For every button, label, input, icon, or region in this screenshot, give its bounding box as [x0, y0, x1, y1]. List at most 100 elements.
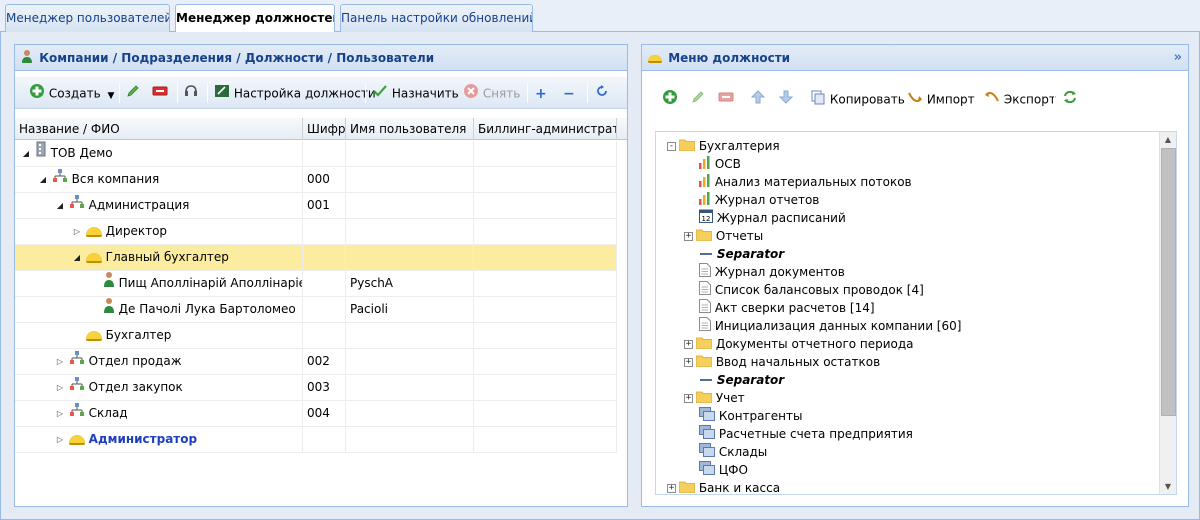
column-header-username[interactable]: Имя пользователя [346, 118, 474, 140]
cell-name: ◢ Вся компания [15, 167, 303, 193]
hard-hat-icon [68, 434, 85, 445]
tree-node[interactable]: Расчетные счета предприятия [684, 425, 913, 443]
collapsed-arrow-icon[interactable]: ▷ [55, 427, 65, 452]
collapsed-arrow-icon[interactable]: ▷ [55, 401, 65, 426]
expanded-arrow-icon[interactable]: ◢ [38, 167, 48, 192]
column-header-name[interactable]: Название / ФИО [15, 118, 303, 140]
edit-menu-item-button[interactable] [690, 89, 706, 109]
tree-node-label: Инициализация данных компании [60] [714, 319, 962, 333]
grid-body: ◢ ТОВ Демо ◢ Вся компания 000 ◢ Администрац… [15, 141, 627, 481]
position-menu-header: Меню должности » [642, 45, 1188, 71]
table-row[interactable]: ◢ Вся компания 000 [15, 167, 617, 193]
move-up-button[interactable] [750, 89, 766, 109]
collapse-all-button[interactable]: − [563, 83, 575, 103]
table-row[interactable]: ▷ Администратор [15, 427, 617, 453]
import-icon [907, 89, 923, 111]
export-label: Экспорт [1003, 92, 1056, 107]
bar-chart-icon [699, 173, 711, 192]
tree-node[interactable]: Separator [684, 245, 784, 263]
create-button[interactable]: Создать ▼ [29, 83, 114, 103]
expand-node-icon[interactable]: + [684, 394, 693, 403]
table-row[interactable]: ▷ Директор [15, 219, 617, 245]
table-row[interactable]: ▷ Склад 004 [15, 401, 617, 427]
row-label: ТОВ Демо [50, 146, 113, 160]
tree-node[interactable]: + Документы отчетного периода [684, 335, 914, 353]
table-row[interactable]: Бухгалтер [15, 323, 617, 349]
expanded-arrow-icon[interactable]: ◢ [72, 245, 82, 270]
cell-username [346, 401, 474, 427]
add-menu-item-button[interactable] [662, 89, 678, 109]
column-header-billing[interactable]: Биллинг-администратор [474, 118, 617, 140]
tab-position-manager[interactable]: Менеджер должностей [175, 4, 335, 33]
tree-node[interactable]: Separator [684, 371, 784, 389]
expand-node-icon[interactable]: + [684, 358, 693, 367]
expand-node-icon[interactable]: + [667, 484, 676, 493]
tree-node[interactable]: Склады [684, 443, 767, 461]
unassign-button[interactable]: Снять [463, 83, 520, 103]
table-row[interactable]: ◢ Главный бухгалтер [15, 245, 617, 271]
tree-node[interactable]: Акт сверки расчетов [14] [684, 299, 875, 317]
sync-button[interactable] [1062, 89, 1078, 109]
pencil-icon [125, 83, 141, 105]
expand-node-icon[interactable]: + [684, 340, 693, 349]
export-button[interactable]: Экспорт [984, 89, 1056, 109]
tree-node[interactable]: Журнал документов [684, 263, 845, 281]
tree-node-label: ОСВ [714, 157, 741, 171]
expand-all-button[interactable]: + [535, 83, 547, 103]
collapsed-arrow-icon[interactable]: ▷ [72, 219, 82, 244]
tree-node[interactable]: + Ввод начальных остатков [684, 353, 880, 371]
delete-button[interactable] [152, 83, 168, 103]
tree-node[interactable]: Журнал отчетов [684, 191, 819, 209]
table-row[interactable]: ◢ ТОВ Демо [15, 141, 617, 167]
tree-node[interactable]: - Бухгалтерия [667, 137, 780, 155]
assign-button[interactable]: Назначить [372, 83, 459, 103]
expanded-arrow-icon[interactable]: ◢ [21, 141, 31, 166]
refresh-button[interactable] [595, 83, 609, 103]
tree-node[interactable]: Список балансовых проводок [4] [684, 281, 924, 299]
copy-button[interactable]: Копировать [810, 89, 905, 109]
user-icon [103, 271, 115, 296]
move-down-button[interactable] [778, 89, 794, 109]
tree-node[interactable]: ЦФО [684, 461, 748, 479]
table-row[interactable]: ▷ Отдел продаж 002 [15, 349, 617, 375]
tree-node[interactable]: + Банк и касса [667, 479, 780, 494]
column-header-code[interactable]: Шифр [303, 118, 346, 140]
tree-node-label: Журнал расписаний [716, 211, 846, 225]
tree-scrollbar[interactable]: ▲ ▼ [1159, 132, 1176, 494]
tree-node[interactable]: Инициализация данных компании [60] [684, 317, 961, 335]
table-row[interactable]: Де Пачолі Лука Бартоломео Pacioli [15, 297, 617, 323]
expanded-arrow-icon[interactable]: ◢ [55, 193, 65, 218]
tree-node[interactable]: ОСВ [684, 155, 741, 173]
tree-node[interactable]: + Отчеты [684, 227, 763, 245]
edit-button[interactable] [125, 83, 141, 103]
import-button[interactable]: Импорт [907, 89, 975, 109]
folder-icon [678, 138, 696, 156]
table-row[interactable]: ◢ Администрация 001 [15, 193, 617, 219]
delete-menu-item-button[interactable] [718, 89, 734, 109]
collapsed-arrow-icon[interactable]: ▷ [55, 349, 65, 374]
document-icon [699, 281, 711, 300]
tree-node[interactable]: Анализ материальных потоков [684, 173, 912, 191]
row-label: Вся компания [71, 172, 160, 186]
scroll-up-icon[interactable]: ▲ [1160, 132, 1176, 147]
collapsed-arrow-icon[interactable]: ▷ [55, 375, 65, 400]
tree-node[interactable]: 12 Журнал расписаний [684, 209, 846, 227]
workspace: Компании / Подразделения / Должности / П… [0, 32, 1200, 520]
support-button[interactable] [183, 83, 199, 103]
tree-node[interactable]: Контрагенты [684, 407, 803, 425]
expand-node-icon[interactable]: + [684, 232, 693, 241]
scroll-down-icon[interactable]: ▼ [1160, 479, 1176, 494]
table-row[interactable]: Пищ Аполлінарій Аполлінарієвич PyschA [15, 271, 617, 297]
scrollbar-thumb[interactable] [1161, 148, 1176, 416]
user-icon [21, 46, 33, 71]
chevron-down-icon: ▼ [107, 90, 115, 101]
tab-user-manager[interactable]: Менеджер пользователей [5, 4, 170, 32]
row-label: Склад [88, 406, 128, 420]
cell-code [303, 219, 346, 245]
position-settings-button[interactable]: Настройка должности [214, 83, 376, 103]
collapse-panel-icon[interactable]: » [1174, 45, 1182, 70]
table-row[interactable]: ▷ Отдел закупок 003 [15, 375, 617, 401]
tree-node[interactable]: + Учет [684, 389, 745, 407]
tab-update-settings[interactable]: Панель настройки обновлений [340, 4, 533, 32]
collapse-node-icon[interactable]: - [667, 142, 676, 151]
